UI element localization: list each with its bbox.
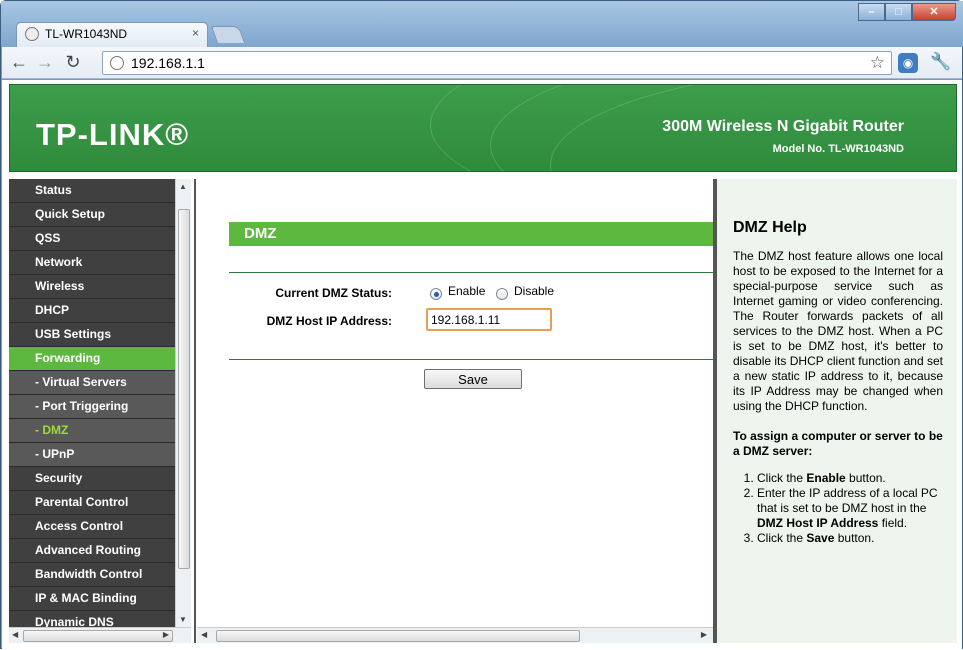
header-banner: TP-LINK® 300M Wireless N Gigabit Router …	[9, 84, 957, 172]
help-title: DMZ Help	[733, 219, 807, 236]
dmz-ip-label: DMZ Host IP Address:	[266, 314, 392, 328]
scrollbar-thumb[interactable]	[23, 630, 173, 642]
help-step: Enter the IP address of a local PC that …	[757, 486, 943, 531]
sidebar-item-forwarding[interactable]: Forwarding	[9, 347, 175, 371]
help-body: The DMZ host feature allows one local ho…	[733, 249, 943, 413]
globe-icon	[25, 27, 39, 41]
disable-radio-label[interactable]: Disable	[514, 284, 554, 298]
step-text: Enter the IP address of a local PC that …	[757, 486, 938, 515]
back-arrow-icon[interactable]: ←	[8, 52, 30, 73]
main-horizontal-scrollbar[interactable]: ◀ ▶	[197, 627, 713, 643]
save-button[interactable]: Save	[424, 369, 522, 389]
sidebar-horizontal-scrollbar[interactable]: ◀ ▶	[9, 627, 191, 643]
model-number: Model No. TL-WR1043ND	[772, 143, 904, 155]
reload-icon[interactable]: ↻	[62, 52, 84, 73]
help-panel: DMZ Help The DMZ host feature allows one…	[717, 179, 957, 643]
help-step: Click the Enable button.	[757, 471, 943, 486]
wrench-icon[interactable]: 🔧	[930, 52, 951, 72]
sidebar-item-qss[interactable]: QSS	[9, 227, 175, 251]
scrollbar-thumb[interactable]	[178, 209, 190, 569]
enable-radio[interactable]	[430, 288, 442, 300]
scroll-up-icon[interactable]: ▲	[179, 182, 187, 191]
window-controls: – □ ✕	[858, 3, 956, 21]
sidebar-menu: Status Quick Setup QSS Network Wireless …	[9, 179, 175, 627]
sidebar-item-dmz[interactable]: - DMZ	[9, 419, 175, 443]
step-bold: DMZ Host IP Address	[757, 516, 879, 530]
disable-radio[interactable]	[496, 288, 508, 300]
divider	[229, 272, 713, 273]
sidebar-item-network[interactable]: Network	[9, 251, 175, 275]
globe-icon	[110, 56, 124, 70]
step-text: Click the	[757, 471, 807, 485]
step-text: field.	[878, 516, 908, 530]
sidebar-item-quick-setup[interactable]: Quick Setup	[9, 203, 175, 227]
maximize-button[interactable]: □	[885, 3, 912, 21]
sidebar-item-port-triggering[interactable]: - Port Triggering	[9, 395, 175, 419]
sidebar-item-dynamic-dns[interactable]: Dynamic DNS	[9, 611, 175, 627]
help-step: Click the Save button.	[757, 531, 943, 546]
sidebar-item-advanced-routing[interactable]: Advanced Routing	[9, 539, 175, 563]
frame-divider	[194, 179, 196, 643]
scroll-left-icon[interactable]: ◀	[12, 630, 18, 639]
page-title: DMZ	[229, 222, 713, 246]
sidebar-item-wireless[interactable]: Wireless	[9, 275, 175, 299]
bookmark-star-icon[interactable]: ☆	[870, 53, 885, 73]
step-bold: Save	[806, 531, 835, 545]
help-subtitle: To assign a computer or server to be a D…	[733, 429, 943, 458]
sidebar-item-virtual-servers[interactable]: - Virtual Servers	[9, 371, 175, 395]
sidebar-item-parental-control[interactable]: Parental Control	[9, 491, 175, 515]
help-steps: Click the Enable button. Enter the IP ad…	[733, 471, 943, 546]
sidebar-item-bandwidth-control[interactable]: Bandwidth Control	[9, 563, 175, 587]
close-window-button[interactable]: ✕	[912, 3, 956, 21]
scroll-right-icon[interactable]: ▶	[163, 630, 169, 639]
sidebar-item-ip-mac-binding[interactable]: IP & MAC Binding	[9, 587, 175, 611]
scroll-right-icon[interactable]: ▶	[701, 630, 707, 639]
extension-icon[interactable]: ◉	[898, 53, 918, 73]
step-text: Click the	[757, 531, 807, 545]
sidebar-item-upnp[interactable]: - UPnP	[9, 443, 175, 467]
sidebar-item-security[interactable]: Security	[9, 467, 175, 491]
forward-arrow-icon[interactable]: →	[34, 52, 56, 73]
browser-window: TL-WR1043ND × – □ ✕ ← → ↻ 192.168.1.1 ☆ …	[0, 0, 963, 650]
dmz-status-label: Current DMZ Status:	[275, 286, 392, 300]
tab-active[interactable]: TL-WR1043ND ×	[16, 22, 208, 47]
browser-toolbar: ← → ↻ 192.168.1.1 ☆ ◉ 🔧	[2, 47, 962, 79]
close-tab-icon[interactable]: ×	[192, 26, 199, 40]
step-text: button.	[845, 471, 886, 485]
address-bar[interactable]: 192.168.1.1 ☆	[102, 51, 892, 75]
tp-link-logo: TP-LINK®	[36, 117, 190, 152]
sidebar-item-status[interactable]: Status	[9, 179, 175, 203]
step-text: button.	[834, 531, 875, 545]
minimize-button[interactable]: –	[858, 3, 885, 21]
sidebar-item-access-control[interactable]: Access Control	[9, 515, 175, 539]
enable-radio-label[interactable]: Enable	[448, 284, 485, 298]
sidebar-item-dhcp[interactable]: DHCP	[9, 299, 175, 323]
tab-title: TL-WR1043ND	[45, 27, 128, 41]
sidebar-item-usb-settings[interactable]: USB Settings	[9, 323, 175, 347]
scrollbar-thumb[interactable]	[216, 630, 580, 642]
step-bold: Enable	[806, 471, 846, 485]
divider	[229, 359, 713, 360]
sidebar-vertical-scrollbar[interactable]: ▲ ▼	[175, 179, 191, 627]
scroll-down-icon[interactable]: ▼	[179, 615, 187, 624]
main-content: DMZ Current DMZ Status: Enable Disable D…	[197, 179, 713, 627]
scroll-left-icon[interactable]: ◀	[201, 630, 207, 639]
page-viewport: TP-LINK® 300M Wireless N Gigabit Router …	[2, 80, 962, 650]
product-name: 300M Wireless N Gigabit Router	[662, 118, 904, 135]
address-url[interactable]: 192.168.1.1	[131, 55, 205, 71]
dmz-host-ip-input[interactable]	[426, 308, 552, 331]
